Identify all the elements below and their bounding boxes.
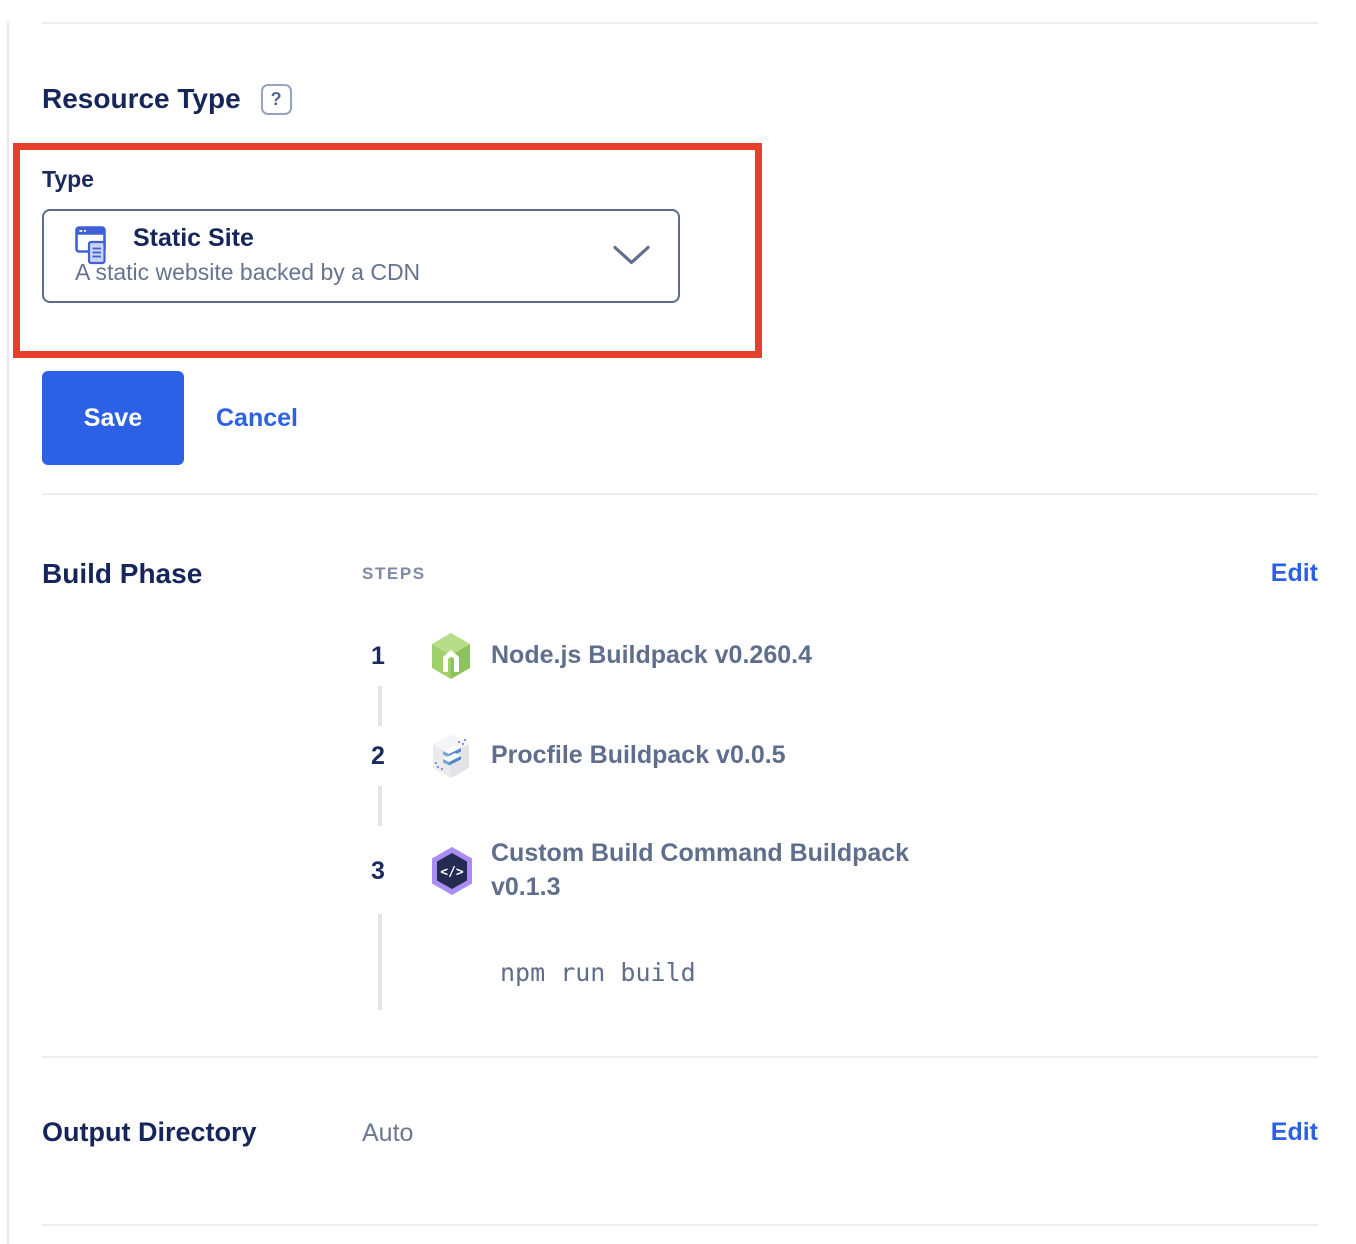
step-connector-line — [378, 786, 382, 826]
custom-build-command-buildpack-icon: </> — [429, 846, 491, 896]
step-number: 2 — [362, 742, 429, 771]
svg-text:</>: </> — [440, 865, 464, 880]
step-number: 1 — [362, 642, 429, 671]
question-mark-glyph: ? — [271, 89, 282, 110]
step-connector-line — [378, 914, 382, 1010]
steps-list: 1 Node.js Buildpack v0.260.4 2 — [362, 632, 1271, 1016]
step-label: Custom Build Command Buildpack v0.1.3 — [491, 837, 961, 905]
selected-option-description: A static website backed by a CDN — [75, 259, 678, 285]
section-divider — [42, 1224, 1318, 1226]
page-left-rule — [7, 22, 9, 1244]
step-number: 3 — [362, 857, 429, 886]
cancel-button[interactable]: Cancel — [216, 404, 298, 433]
step-label: Procfile Buildpack v0.0.5 — [491, 739, 786, 773]
build-command-block: npm run build — [362, 914, 1271, 1016]
dropdown-selected-option: Static Site A static website backed by a… — [44, 211, 678, 285]
steps-column-header: STEPS — [362, 557, 1271, 584]
resource-type-heading: Resource Type — [42, 82, 241, 116]
output-directory-section: Output Directory Auto Edit — [42, 1058, 1318, 1148]
build-phase-edit-button[interactable]: Edit — [1271, 557, 1318, 1016]
resource-type-select[interactable]: Static Site A static website backed by a… — [42, 209, 680, 303]
output-directory-edit-button[interactable]: Edit — [1271, 1116, 1318, 1148]
step-connector-line — [378, 686, 382, 726]
build-phase-section: Build Phase STEPS 1 Node.js Buildpack v0… — [42, 495, 1318, 1056]
save-button[interactable]: Save — [42, 371, 184, 465]
annotation-highlight-box: Type Static Site A st — [13, 143, 762, 358]
type-field-label: Type — [42, 166, 755, 192]
selected-option-title: Static Site — [133, 223, 678, 253]
build-step-2: 2 — [362, 732, 1271, 780]
step-label: Node.js Buildpack v0.260.4 — [491, 639, 812, 673]
nodejs-buildpack-icon — [429, 632, 491, 680]
chevron-down-icon — [613, 246, 650, 267]
output-directory-value: Auto — [362, 1116, 1271, 1148]
build-phase-steps-column: STEPS 1 Node.js Buildpack v0.260.4 — [362, 557, 1271, 1016]
help-icon[interactable]: ? — [261, 84, 292, 115]
build-step-3: 3 </> Custom Build Command Buildpack v0.… — [362, 832, 1271, 910]
procfile-buildpack-icon — [429, 732, 491, 780]
build-command-text: npm run build — [500, 958, 696, 987]
output-directory-heading: Output Directory — [42, 1116, 362, 1148]
build-phase-heading: Build Phase — [42, 557, 362, 1016]
static-site-icon — [75, 226, 113, 275]
form-actions: Save Cancel — [42, 371, 1318, 465]
resource-type-header: Resource Type ? — [42, 82, 1318, 116]
section-divider — [42, 22, 1318, 24]
build-step-1: 1 Node.js Buildpack v0.260.4 — [362, 632, 1271, 680]
settings-panel: Resource Type ? Type — [42, 22, 1318, 1226]
